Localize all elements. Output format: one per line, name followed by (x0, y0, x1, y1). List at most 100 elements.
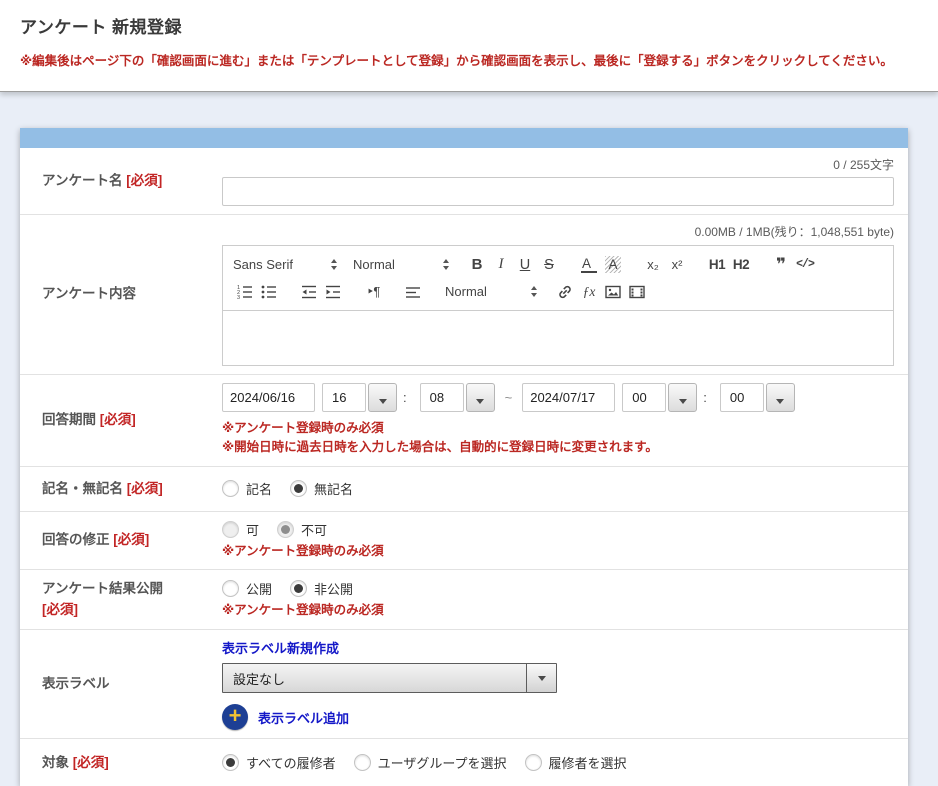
radio-deny[interactable]: 不可 (277, 520, 327, 539)
video-icon[interactable] (625, 280, 649, 304)
chevron-down-icon[interactable] (466, 383, 495, 412)
survey-name-input[interactable] (222, 177, 894, 206)
align-icon[interactable] (401, 280, 425, 304)
bold-button[interactable]: B (465, 253, 489, 277)
required-badge: [必須] (126, 173, 162, 188)
survey-name-content: 0 / 255文字 (222, 148, 908, 214)
start-minute-select[interactable]: 08 (420, 383, 495, 412)
survey-body-label: アンケート内容 (20, 215, 222, 374)
line-height-picker[interactable]: Normal (445, 284, 537, 299)
required-badge: [必須] (127, 481, 163, 496)
picker-arrows-icon (531, 286, 537, 297)
field-label: 回答の修正 (42, 532, 110, 547)
radio-all-students[interactable]: すべての履修者 (222, 753, 336, 772)
header1-button[interactable]: H1 (705, 253, 729, 277)
chevron-down-icon[interactable] (668, 383, 697, 412)
period-note-1: ※アンケート登録時のみ必須 (222, 419, 894, 438)
page-title: アンケート 新規登録 (20, 13, 918, 38)
required-badge: [必須] (100, 412, 136, 427)
required-badge: [必須] (42, 600, 216, 620)
start-hour-select[interactable]: 16 (322, 383, 397, 412)
result-publish-label: アンケート結果公開 [必須] (20, 570, 222, 629)
blockquote-button[interactable]: ❞ (769, 253, 793, 277)
align-group (401, 280, 425, 304)
header-picker-value: Normal (353, 257, 433, 272)
indent-icon[interactable] (321, 280, 345, 304)
chevron-down-icon[interactable] (766, 383, 795, 412)
radio-private[interactable]: 非公開 (290, 579, 353, 598)
radio-label: 非公開 (314, 579, 353, 598)
subscript-button[interactable]: x₂ (641, 253, 665, 277)
radio-select-students[interactable]: 履修者を選択 (525, 753, 627, 772)
modification-label: 回答の修正 [必須] (20, 512, 222, 569)
block-group: ❞ </> (769, 253, 817, 277)
start-date-input[interactable] (222, 383, 315, 412)
row-answer-modification: 回答の修正 [必須] 可 不可 ※アンケート登録時のみ必須 (20, 512, 908, 570)
result-publish-content: 公開 非公開 ※アンケート登録時のみ必須 (222, 570, 908, 629)
result-publish-note: ※アンケート登録時のみ必須 (222, 601, 894, 620)
strikethrough-button[interactable]: S (537, 253, 561, 277)
background-color-button[interactable]: A (605, 256, 620, 274)
start-minute-value: 08 (420, 383, 464, 412)
radio-circle-icon (290, 480, 307, 497)
add-icon[interactable]: + (222, 704, 248, 730)
ordered-list-icon[interactable]: 123 (233, 280, 257, 304)
chevron-down-icon[interactable] (526, 664, 556, 692)
script-group: x₂ x² (641, 253, 689, 277)
radio-circle-icon (222, 580, 239, 597)
font-picker[interactable]: Sans Serif (233, 257, 337, 272)
page-body: アンケート名 [必須] 0 / 255文字 アンケート内容 0.00MB / 1… (0, 92, 938, 786)
range-separator: ~ (505, 390, 513, 405)
field-label: アンケート名 (42, 173, 122, 188)
field-label: 表示ラベル (42, 676, 110, 691)
row-answer-period: 回答期間 [必須] 16 : 08 ~ (20, 375, 908, 467)
underline-button[interactable]: U (513, 253, 537, 277)
bullet-list-icon[interactable] (257, 280, 281, 304)
toolbar-row-1: Sans Serif Normal B I U S (233, 252, 883, 277)
anonymity-content: 記名 無記名 (222, 467, 908, 511)
panel-accent-bar (20, 128, 908, 148)
radio-circle-icon (222, 754, 239, 771)
time-colon: : (703, 390, 707, 405)
page-notice: ※編集後はページ下の「確認画面に進む」または「テンプレートとして登録」から確認画… (20, 53, 918, 71)
period-notes: ※アンケート登録時のみ必須 ※開始日時に過去日時を入力した場合は、自動的に登録日… (222, 419, 894, 458)
header-picker[interactable]: Normal (353, 257, 449, 272)
plus-icon: + (229, 705, 242, 727)
field-label: 対象 (42, 755, 69, 770)
color-group: A A (577, 253, 625, 277)
chevron-down-icon[interactable] (368, 383, 397, 412)
radio-user-group[interactable]: ユーザグループを選択 (354, 753, 507, 772)
editor-content-area[interactable] (222, 311, 894, 366)
radio-anonymous[interactable]: 無記名 (290, 479, 353, 498)
header2-button[interactable]: H2 (729, 253, 753, 277)
link-icon[interactable] (553, 280, 577, 304)
end-date-input[interactable] (522, 383, 615, 412)
rich-text-editor: 0.00MB / 1MB(残り：1,048,551 byte) Sans Ser… (222, 223, 894, 366)
superscript-button[interactable]: x² (665, 253, 689, 277)
svg-text:3: 3 (237, 295, 240, 301)
radio-public[interactable]: 公開 (222, 579, 272, 598)
create-display-label-link[interactable]: 表示ラベル新規作成 (222, 638, 894, 657)
direction-group: ‣¶ (361, 280, 385, 304)
radio-signed[interactable]: 記名 (222, 479, 272, 498)
add-display-label-link[interactable]: 表示ラベル追加 (258, 708, 349, 727)
time-colon: : (403, 390, 407, 405)
period-note-2: ※開始日時に過去日時を入力した場合は、自動的に登録日時に変更されます。 (222, 438, 894, 457)
end-minute-select[interactable]: 00 (720, 383, 795, 412)
direction-button[interactable]: ‣¶ (361, 280, 385, 304)
period-label: 回答期間 [必須] (20, 375, 222, 466)
row-survey-body: アンケート内容 0.00MB / 1MB(残り：1,048,551 byte) … (20, 215, 908, 375)
font-picker-value: Sans Serif (233, 257, 321, 272)
italic-button[interactable]: I (489, 253, 513, 277)
display-label-select[interactable]: 設定なし (222, 663, 557, 693)
code-block-button[interactable]: </> (793, 253, 817, 277)
outdent-icon[interactable] (297, 280, 321, 304)
required-badge: [必須] (113, 532, 149, 547)
image-icon[interactable] (601, 280, 625, 304)
text-color-button[interactable]: A (581, 256, 597, 273)
end-hour-select[interactable]: 00 (622, 383, 697, 412)
radio-allow[interactable]: 可 (222, 520, 259, 539)
display-label-select-value: 設定なし (223, 669, 526, 688)
radio-label: 履修者を選択 (549, 753, 627, 772)
formula-button[interactable]: ƒx (577, 280, 601, 304)
